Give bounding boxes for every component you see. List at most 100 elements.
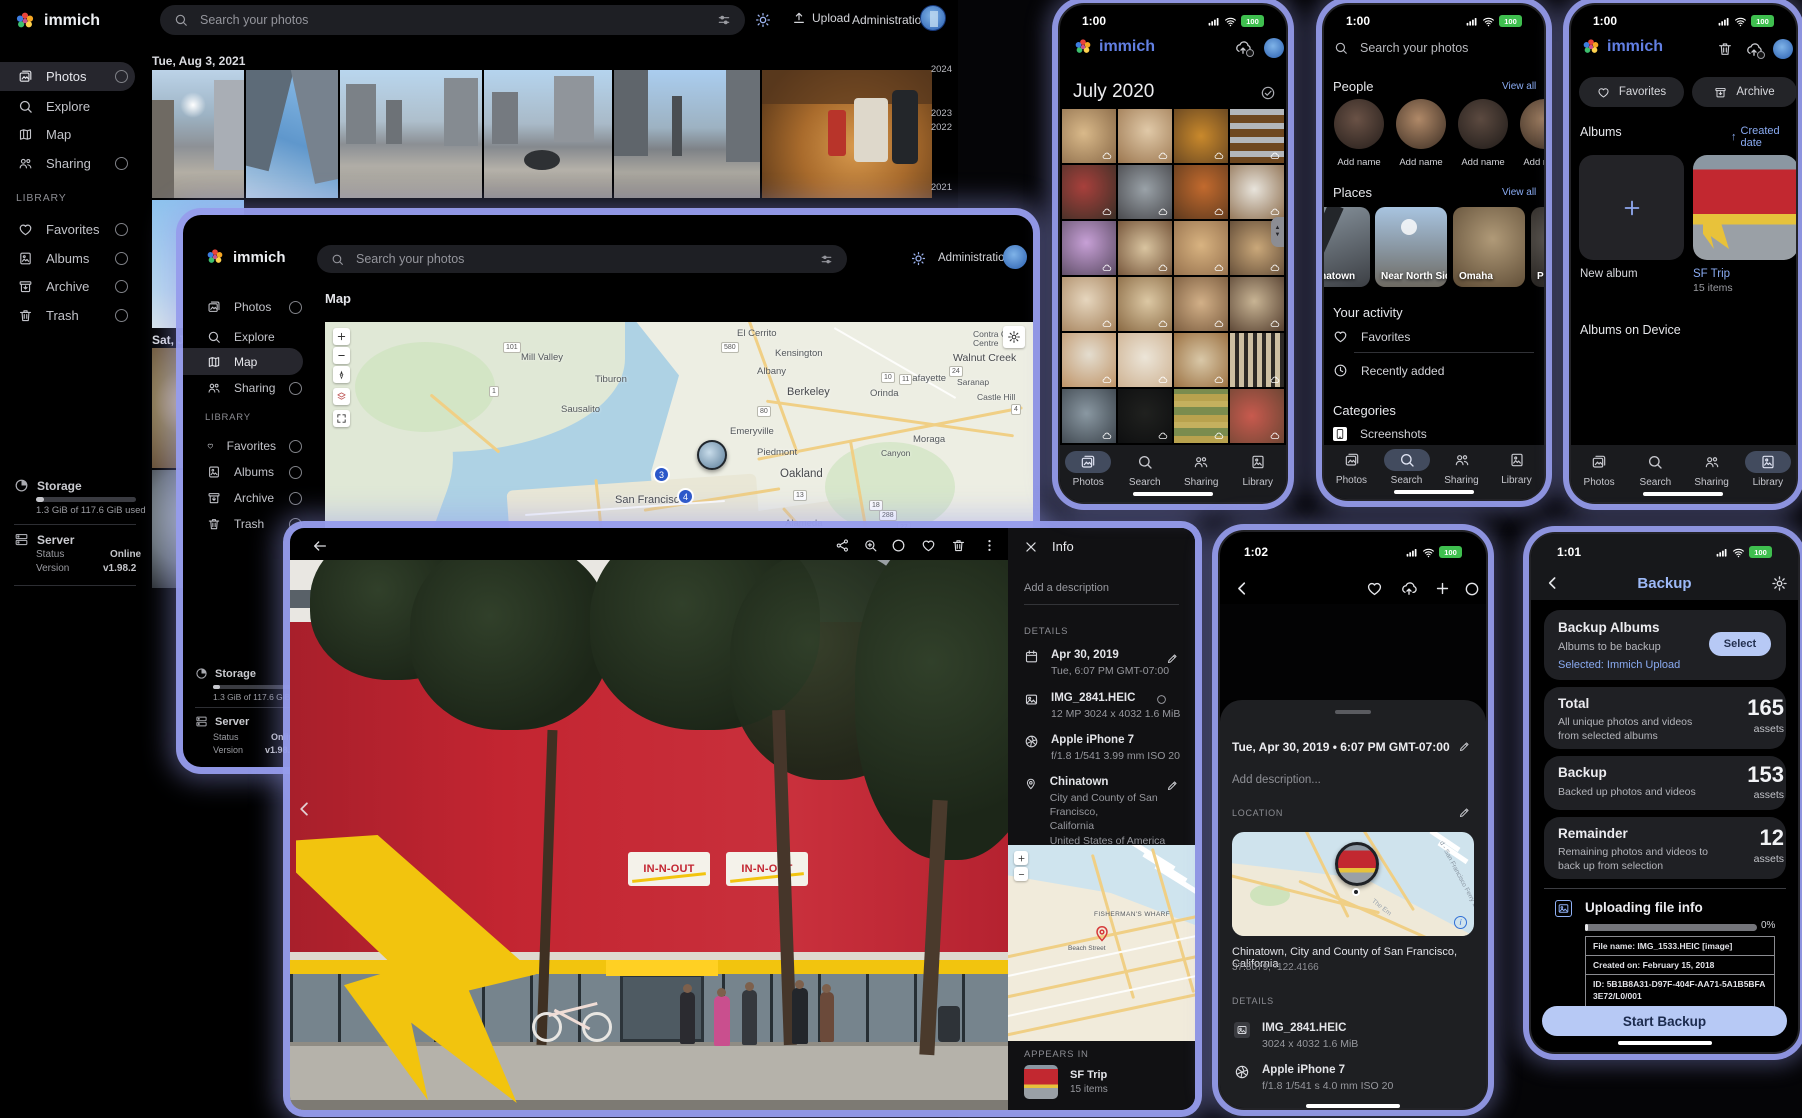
- photo-thumbnail[interactable]: [484, 70, 612, 198]
- grid-photo[interactable]: [1230, 165, 1284, 219]
- photo-innout-storefront[interactable]: IN-N-OUT IN-N-OUT: [290, 560, 1008, 1110]
- minimap-zoom-in[interactable]: [1014, 851, 1028, 865]
- grid-photo[interactable]: [1062, 389, 1116, 443]
- sidebar-item-albums[interactable]: Albums: [18, 251, 128, 266]
- photo-thumbnail[interactable]: [152, 70, 244, 198]
- share-icon[interactable]: [835, 538, 850, 553]
- nav-sharing[interactable]: Sharing: [1689, 451, 1735, 488]
- settings-gear-icon[interactable]: [1771, 575, 1788, 592]
- add-name-link[interactable]: Add name: [1458, 157, 1508, 168]
- photo-thumbnail[interactable]: [614, 70, 760, 198]
- photo-thumbnail[interactable]: [762, 70, 932, 198]
- grid-photo[interactable]: [1174, 389, 1228, 443]
- previous-photo-chevron[interactable]: [296, 800, 314, 818]
- back-arrow-icon[interactable]: [312, 538, 328, 554]
- nav-photos[interactable]: Photos: [1065, 451, 1111, 488]
- recently-added-row[interactable]: Recently added: [1333, 363, 1444, 378]
- add-name-link[interactable]: Add name: [1396, 157, 1446, 168]
- upload-button[interactable]: Upload: [792, 11, 850, 25]
- map-zoom-out-button[interactable]: [333, 347, 350, 364]
- place-card[interactable]: Pi: [1531, 207, 1546, 287]
- avatar[interactable]: [920, 5, 946, 31]
- info-icon[interactable]: [1464, 581, 1480, 597]
- map-compass-button[interactable]: [333, 366, 350, 383]
- favorite-heart-icon[interactable]: [1366, 580, 1383, 597]
- sidebar-item-explore[interactable]: Explore: [18, 99, 128, 114]
- grid-photo[interactable]: [1174, 333, 1228, 387]
- sort-created-date[interactable]: ↑Created date: [1731, 125, 1796, 149]
- map-settings-gear-button[interactable]: [1003, 326, 1025, 348]
- filter-sliders-icon[interactable]: [820, 253, 833, 266]
- map-photo-marker[interactable]: [697, 440, 727, 470]
- sidebar-item-trash[interactable]: Trash: [207, 517, 302, 531]
- location-map[interactable]: d - San Francisco Ferry Buildi The Em i: [1232, 832, 1474, 936]
- kebab-menu-icon[interactable]: [982, 538, 997, 553]
- trash-icon[interactable]: [1717, 41, 1733, 57]
- map-attribution-info-icon[interactable]: i: [1454, 916, 1467, 929]
- nav-library[interactable]: Library: [1235, 451, 1281, 488]
- filter-sliders-icon[interactable]: [717, 13, 731, 27]
- new-album-card[interactable]: [1579, 155, 1684, 260]
- avatar[interactable]: [1773, 39, 1793, 59]
- favorites-row[interactable]: Favorites: [1333, 329, 1410, 344]
- favorite-heart-icon[interactable]: [921, 538, 936, 553]
- nav-sharing[interactable]: Sharing: [1439, 449, 1485, 486]
- map-cluster-marker[interactable]: 3: [653, 466, 670, 483]
- sidebar-item-explore[interactable]: Explore: [207, 330, 302, 344]
- sidebar-item-favorites[interactable]: Favorites: [207, 439, 302, 453]
- avatar[interactable]: [1003, 245, 1027, 269]
- grid-photo[interactable]: [1118, 109, 1172, 163]
- face-avatar[interactable]: [1520, 99, 1546, 149]
- places-view-all-link[interactable]: View all: [1502, 187, 1536, 198]
- immich-logo[interactable]: immich: [205, 247, 286, 267]
- add-name-link[interactable]: Add name: [1334, 157, 1384, 168]
- grid-photo[interactable]: [1174, 109, 1228, 163]
- map-zoom-in-button[interactable]: [333, 328, 350, 345]
- timeline-year[interactable]: 2022: [931, 122, 952, 133]
- select-all-check-icon[interactable]: [1260, 85, 1276, 101]
- theme-toggle-sun-icon[interactable]: [911, 251, 926, 266]
- sidebar-item-photos[interactable]: Photos: [18, 69, 128, 84]
- place-card[interactable]: Omaha: [1453, 207, 1525, 287]
- map-fullscreen-button[interactable]: [333, 410, 350, 427]
- back-chevron-icon[interactable]: [1234, 580, 1251, 597]
- grid-photo[interactable]: [1230, 277, 1284, 331]
- map-layers-button[interactable]: [333, 388, 350, 405]
- photo-thumbnail[interactable]: [340, 70, 482, 198]
- delete-trash-icon[interactable]: [951, 538, 966, 553]
- nav-search[interactable]: Search: [1122, 451, 1168, 488]
- search-input[interactable]: Search your photos: [317, 245, 847, 273]
- map-cluster-marker[interactable]: 4: [677, 488, 694, 505]
- administration-link[interactable]: Administration: [938, 252, 1011, 264]
- photo-thumbnail[interactable]: [246, 70, 338, 198]
- grid-photo[interactable]: [1118, 389, 1172, 443]
- add-description-field[interactable]: Add a description: [1024, 582, 1109, 594]
- face-avatar[interactable]: [1334, 99, 1384, 149]
- drag-handle[interactable]: [1335, 710, 1371, 714]
- sidebar-item-map[interactable]: Map: [18, 127, 128, 142]
- screenshots-row[interactable]: Screenshots: [1333, 427, 1427, 441]
- theme-toggle-sun-icon[interactable]: [755, 12, 771, 28]
- nav-search[interactable]: Search: [1384, 449, 1430, 486]
- nav-photos[interactable]: Photos: [1329, 449, 1375, 486]
- grid-photo[interactable]: [1062, 277, 1116, 331]
- nav-library[interactable]: Library: [1494, 449, 1540, 486]
- close-icon[interactable]: [1024, 540, 1038, 554]
- add-description-field[interactable]: Add description...: [1232, 774, 1321, 786]
- album-name[interactable]: SF Trip: [1693, 268, 1730, 280]
- backup-cloud-icon[interactable]: [1234, 39, 1252, 57]
- start-backup-button[interactable]: Start Backup: [1542, 1006, 1787, 1036]
- album-thumbnail[interactable]: [1024, 1065, 1058, 1099]
- upload-cloud-icon[interactable]: [1400, 580, 1418, 598]
- archive-button[interactable]: Archive: [1692, 77, 1797, 107]
- grid-photo[interactable]: [1174, 277, 1228, 331]
- select-button[interactable]: Select: [1709, 632, 1771, 656]
- timeline-year[interactable]: 2021: [931, 182, 952, 193]
- favorites-button[interactable]: Favorites: [1579, 77, 1684, 107]
- edit-date-pencil-icon[interactable]: [1458, 740, 1471, 753]
- nav-photos[interactable]: Photos: [1576, 451, 1622, 488]
- album-name[interactable]: SF Trip: [1070, 1069, 1107, 1081]
- grid-photo[interactable]: [1062, 109, 1116, 163]
- sidebar-item-map[interactable]: Map: [207, 355, 302, 369]
- grid-photo[interactable]: [1118, 277, 1172, 331]
